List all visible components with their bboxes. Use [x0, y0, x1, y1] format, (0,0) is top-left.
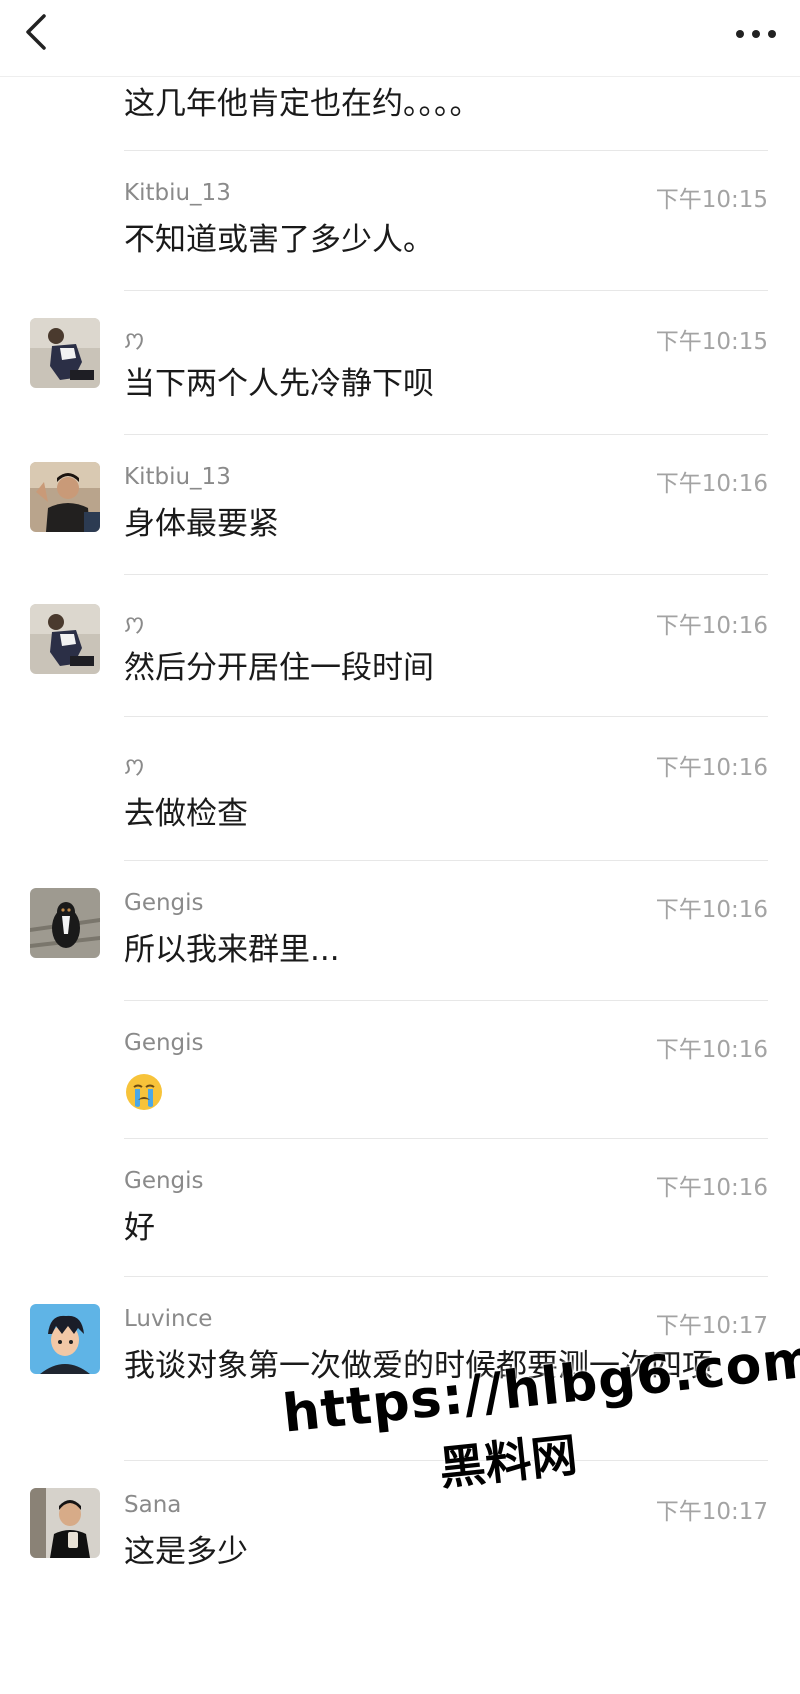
message-text: 去做检查	[124, 796, 248, 832]
back-button[interactable]	[16, 10, 60, 54]
anime-boy-avatar-icon	[30, 1304, 100, 1374]
mirror-selfie-photo-icon	[30, 1488, 100, 1558]
sender-name[interactable]: ꩀ	[124, 606, 145, 640]
sender-name[interactable]: Kitbiu_13	[124, 464, 231, 490]
top-bar	[0, 0, 800, 77]
sender-name[interactable]: ꩀ	[124, 748, 145, 782]
avatar[interactable]	[30, 318, 100, 388]
message-text: 我谈对象第一次做爱的时候都要测一次四项	[124, 1348, 713, 1384]
sender-name[interactable]: Sana	[124, 1492, 181, 1518]
more-dots-icon	[736, 30, 776, 38]
message-text: 身体最要紧	[124, 506, 279, 542]
watermark-name: 黑料网	[436, 1427, 580, 1496]
divider	[124, 574, 768, 575]
sender-name[interactable]: Luvince	[124, 1306, 212, 1332]
message-text: 所以我来群里...	[124, 932, 340, 968]
avatar[interactable]	[30, 604, 100, 674]
sender-name[interactable]: Gengis	[124, 890, 204, 916]
message-time: 下午10:16	[655, 1175, 768, 1201]
chevron-left-icon	[26, 14, 46, 50]
message-time: 下午10:16	[655, 1037, 768, 1063]
divider	[124, 150, 768, 151]
divider	[124, 1460, 768, 1461]
crying-face-emoji-icon	[124, 1072, 164, 1112]
avatar[interactable]	[30, 888, 100, 958]
divider	[124, 1138, 768, 1139]
person-kneeling-photo-icon	[30, 604, 100, 674]
avatar[interactable]	[30, 1488, 100, 1558]
sender-name[interactable]: Gengis	[124, 1168, 204, 1194]
message-text: 不知道或害了多少人。	[124, 222, 434, 258]
divider	[124, 1276, 768, 1277]
person-selfie-photo-icon	[30, 462, 100, 532]
message-text: 好	[124, 1210, 155, 1246]
divider	[124, 860, 768, 861]
message-time: 下午10:16	[655, 897, 768, 923]
message-text: 然后分开居住一段时间	[124, 650, 434, 686]
message-text: 当下两个人先冷静下呗	[124, 366, 434, 402]
more-options-button[interactable]	[728, 14, 784, 54]
sender-name[interactable]: ꩀ	[124, 322, 145, 356]
divider	[124, 1000, 768, 1001]
message-time: 下午10:15	[655, 329, 768, 355]
message-time: 下午10:17	[655, 1499, 768, 1525]
dog-photo-icon	[30, 888, 100, 958]
message-time: 下午10:16	[655, 755, 768, 781]
sender-name[interactable]: Kitbiu_13	[124, 180, 231, 206]
avatar[interactable]	[30, 1304, 100, 1374]
divider	[124, 716, 768, 717]
message-time: 下午10:15	[655, 187, 768, 213]
message-time: 下午10:16	[655, 471, 768, 497]
sender-name[interactable]: Gengis	[124, 1030, 204, 1056]
divider	[124, 434, 768, 435]
message-text: 这是多少	[124, 1534, 248, 1570]
message-time: 下午10:17	[655, 1313, 768, 1339]
message-time: 下午10:16	[655, 613, 768, 639]
person-kneeling-photo-icon	[30, 318, 100, 388]
divider	[124, 290, 768, 291]
avatar[interactable]	[30, 462, 100, 532]
message-text: 这几年他肯定也在约。。。。	[124, 86, 481, 122]
